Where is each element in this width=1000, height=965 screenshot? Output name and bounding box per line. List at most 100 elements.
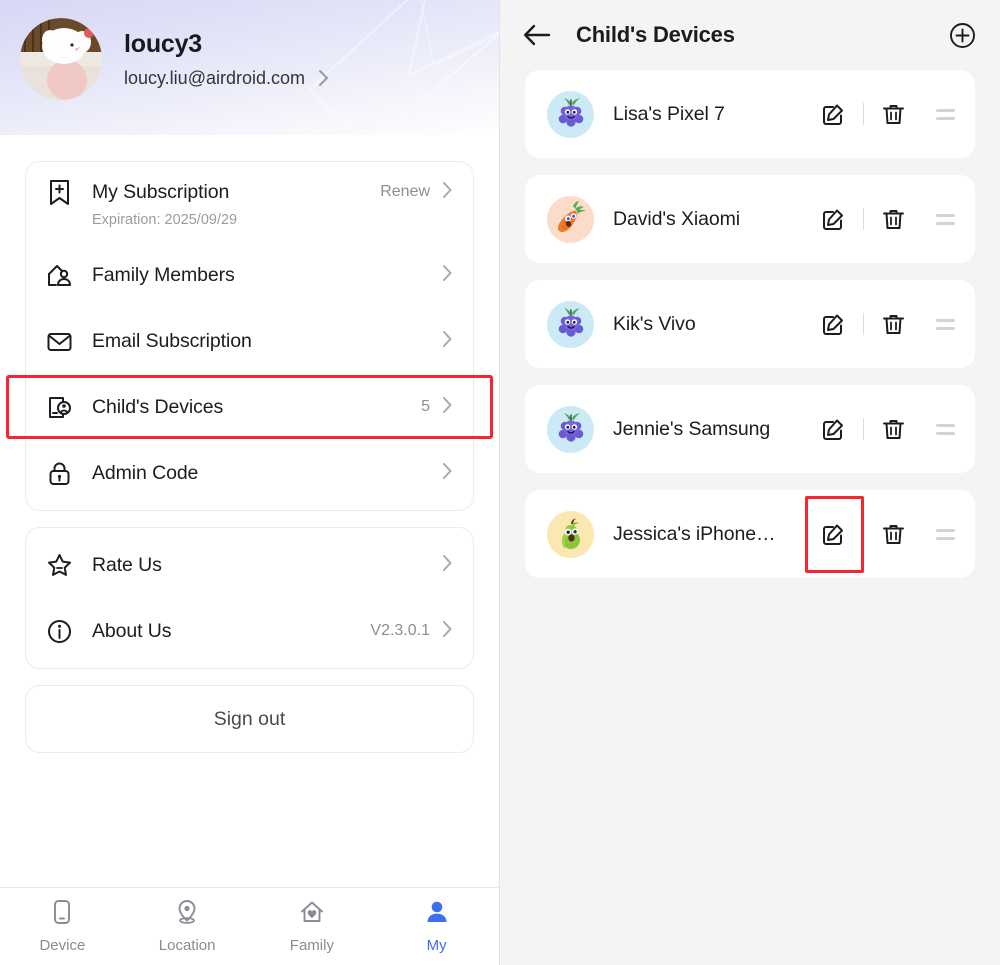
page-title: Child's Devices [576,22,735,47]
trash-icon[interactable] [879,417,908,442]
profile-name: loucy3 [124,29,202,58]
action-separator [863,523,864,545]
pear-avatar [547,510,594,558]
action-separator [863,313,864,335]
bottom-navigation: Device Location Family My [0,887,499,965]
tablet-person-icon [46,394,84,421]
nav-label: My [426,937,447,954]
renew-label[interactable]: Renew [380,183,430,201]
childs-devices-count: 5 [421,398,430,415]
nav-label: Location [158,937,216,954]
action-separator [863,208,864,230]
nav-label: Device [39,937,86,954]
device-row[interactable]: David's Xiaomi [525,175,975,263]
menu-label: Admin Code [92,461,199,484]
nav-tab-device[interactable]: Device [0,899,125,954]
devices-header: Child's Devices [500,0,1000,70]
chevron-right-icon [318,68,330,88]
drag-handle-icon[interactable] [936,213,955,225]
menu-label: Child's Devices [92,395,224,418]
profile-info: loucy3 loucy.liu@airdroid.com [124,30,330,89]
info-circle-icon [46,618,84,645]
device-name: Lisa's Pixel 7 [613,102,725,125]
device-name: Jennie's Samsung [613,417,771,440]
nav-tab-family[interactable]: Family [250,899,375,954]
profile-row[interactable]: loucy3 loucy.liu@airdroid.com [0,0,499,100]
trash-icon[interactable] [879,207,908,232]
drag-handle-icon[interactable] [936,423,955,435]
trash-icon[interactable] [879,312,908,337]
menu-item-about-us[interactable]: About Us V2.3.0.1 [26,598,473,664]
lock-icon [46,460,84,487]
menu-label: Email Subscription [92,329,252,352]
device-list: Lisa's Pixel 7 David's Xiaomi Kik's Vivo… [500,70,1000,595]
grape-avatar [547,405,594,453]
drag-handle-icon[interactable] [936,108,955,120]
action-separator [863,103,864,125]
edit-square-icon[interactable] [819,312,848,337]
menu-label: My Subscription [92,180,230,203]
chevron-right-icon [442,330,453,353]
person-icon [424,899,450,930]
bookmark-plus-icon [46,179,84,206]
nav-label: Family [289,937,334,954]
chevron-right-icon [442,396,453,419]
edit-square-icon[interactable] [805,495,864,573]
childs-devices-panel: Child's Devices Lisa's Pixel 7 David's X… [500,0,1000,965]
edit-square-icon[interactable] [819,207,848,232]
device-name: David's Xiaomi [613,207,740,230]
device-name: Jessica's iPhone… [613,522,776,545]
edit-square-icon[interactable] [819,102,848,127]
drag-handle-icon[interactable] [936,528,955,540]
chevron-right-icon [442,554,453,577]
trash-icon[interactable] [879,102,908,127]
row-actions [805,495,955,573]
device-row[interactable]: Jennie's Samsung [525,385,975,473]
menu-item-my-subscription[interactable]: My Subscription Renew [26,166,473,218]
menu-label: Rate Us [92,553,162,576]
grape-avatar [547,300,594,348]
device-name: Kik's Vivo [613,312,696,335]
profile-panel: loucy3 loucy.liu@airdroid.com My Subscri… [0,0,500,965]
edit-square-icon[interactable] [819,417,848,442]
menu-item-family-members[interactable]: Family Members [26,242,473,308]
sign-out-label: Sign out [213,707,286,730]
device-row[interactable]: Lisa's Pixel 7 [525,70,975,158]
row-actions [819,207,955,232]
phone-icon [49,899,75,930]
carrot-avatar [547,195,594,243]
arrow-left-icon[interactable] [522,22,552,48]
menu-label: About Us [92,619,172,642]
nav-tab-my[interactable]: My [374,899,499,954]
menu-item-admin-code[interactable]: Admin Code [26,440,473,506]
location-pin-icon [174,899,200,930]
grape-avatar [547,90,594,138]
star-icon [46,552,84,579]
action-separator [863,418,864,440]
profile-header: loucy3 loucy.liu@airdroid.com [0,0,499,135]
row-actions [819,102,955,127]
chevron-right-icon [442,462,453,485]
profile-email: loucy.liu@airdroid.com [124,67,306,88]
plus-circle-icon[interactable] [949,22,976,49]
envelope-icon [46,328,84,355]
settings-card-secondary: Rate Us About Us V2.3.0.1 [25,527,474,669]
app-version: V2.3.0.1 [370,622,430,639]
avatar[interactable] [20,18,102,100]
menu-item-rate-us[interactable]: Rate Us [26,532,473,598]
drag-handle-icon[interactable] [936,318,955,330]
row-actions [819,417,955,442]
menu-item-email-subscription[interactable]: Email Subscription [26,308,473,374]
chevron-right-icon [442,620,453,643]
chevron-right-icon [442,181,453,204]
menu-label: Family Members [92,263,235,286]
row-actions [819,312,955,337]
menu-item-childs-devices[interactable]: Child's Devices 5 [6,374,493,440]
trash-icon[interactable] [879,522,908,547]
sign-out-button[interactable]: Sign out [25,685,474,753]
device-row[interactable]: Kik's Vivo [525,280,975,368]
chevron-right-icon [442,264,453,287]
home-person-icon [46,262,84,289]
device-row[interactable]: Jessica's iPhone… [525,490,975,578]
nav-tab-location[interactable]: Location [125,899,250,954]
